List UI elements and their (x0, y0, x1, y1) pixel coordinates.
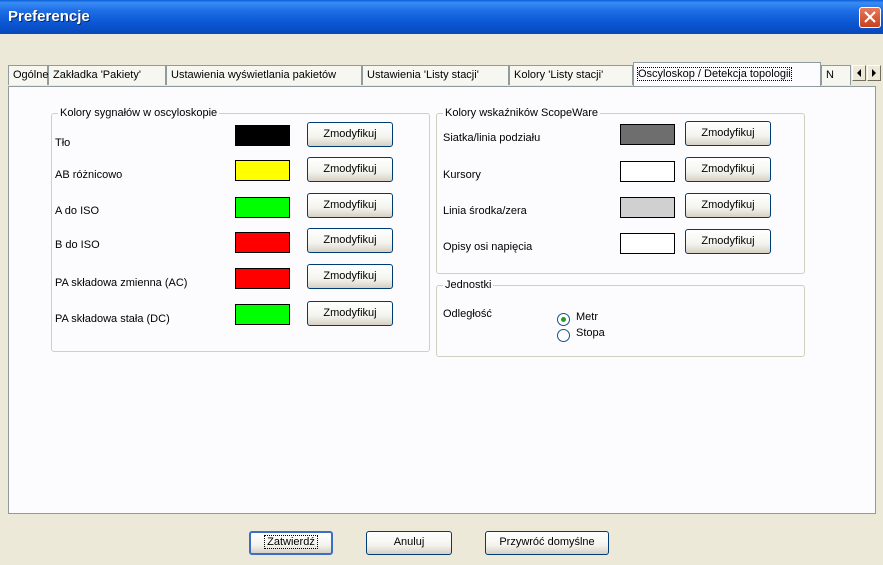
signal-colors-title: Kolory sygnałów w oscyloskopie (60, 107, 218, 119)
confirm-button[interactable]: Zatwierdź (249, 531, 333, 555)
radio-meter-label[interactable]: Metr (576, 311, 598, 323)
signal-label-pa-dc: PA składowa stała (DC) (55, 313, 170, 325)
modify-button-grid[interactable]: Zmodyfikuj (685, 121, 771, 146)
scopeware-colors-title: Kolory wskaźników ScopeWare (445, 107, 599, 119)
tab-page-oscilloscope: Kolory sygnałów w oscyloskopie Tło Zmody… (8, 86, 876, 514)
modify-button-cursors[interactable]: Zmodyfikuj (685, 157, 771, 182)
tab-packet-display[interactable]: Ustawienia wyświetlania pakietów (166, 65, 362, 85)
units-title: Jednostki (445, 279, 492, 291)
signal-label-a-iso: A do ISO (55, 205, 100, 217)
tab-general[interactable]: Ogólne (8, 65, 48, 85)
scopeware-label-cursors: Kursory (443, 169, 481, 181)
color-swatch-center-line[interactable] (620, 197, 675, 218)
modify-button-background[interactable]: Zmodyfikuj (307, 122, 393, 147)
tab-station-list-settings[interactable]: Ustawienia 'Listy stacji' (362, 65, 509, 85)
modify-button-b-iso[interactable]: Zmodyfikuj (307, 228, 393, 253)
modify-button-voltage-axis[interactable]: Zmodyfikuj (685, 229, 771, 254)
tab-station-list-colors[interactable]: Kolory 'Listy stacji' (509, 65, 633, 85)
signal-label-ab-diff: AB różnicowo (55, 169, 123, 181)
restore-defaults-button[interactable]: Przywróć domyślne (485, 531, 609, 555)
radio-meter[interactable] (557, 313, 570, 326)
preferences-window: Preferencje Ogólne Zakładka 'Pakiety' Us… (0, 0, 883, 565)
close-icon (864, 11, 876, 23)
tab-packets[interactable]: Zakładka 'Pakiety' (48, 65, 166, 85)
color-swatch-pa-ac[interactable] (235, 268, 290, 289)
color-swatch-b-iso[interactable] (235, 232, 290, 253)
tab-oscilloscope[interactable]: Oscyloskop / Detekcja topologii (633, 62, 821, 86)
cancel-button[interactable]: Anuluj (366, 531, 452, 555)
color-swatch-ab-diff[interactable] (235, 160, 290, 181)
signal-label-background: Tło (55, 137, 71, 149)
modify-button-pa-ac[interactable]: Zmodyfikuj (307, 264, 393, 289)
tab-next-partial[interactable]: N (821, 65, 851, 85)
scopeware-label-center-line: Linia środka/zera (443, 205, 527, 217)
scopeware-label-grid: Siatka/linia podziału (443, 132, 541, 144)
modify-button-a-iso[interactable]: Zmodyfikuj (307, 193, 393, 218)
signal-label-b-iso: B do ISO (55, 239, 100, 251)
tab-scroll-left-button[interactable] (852, 65, 866, 81)
tab-scroll-right-button[interactable] (867, 65, 881, 81)
title-bar[interactable]: Preferencje (0, 0, 883, 34)
close-button[interactable] (859, 7, 881, 28)
color-swatch-background[interactable] (235, 125, 290, 146)
radio-foot-label[interactable]: Stopa (576, 327, 605, 339)
tab-strip: Ogólne Zakładka 'Pakiety' Ustawienia wyś… (8, 62, 881, 86)
signal-label-pa-ac: PA składowa zmienna (AC) (55, 277, 188, 289)
radio-foot[interactable] (557, 329, 570, 342)
modify-button-pa-dc[interactable]: Zmodyfikuj (307, 301, 393, 326)
distance-label: Odległość (443, 308, 492, 320)
color-swatch-pa-dc[interactable] (235, 304, 290, 325)
color-swatch-grid[interactable] (620, 124, 675, 145)
tab-scroll (852, 65, 882, 82)
arrow-right-icon (872, 69, 876, 77)
modify-button-center-line[interactable]: Zmodyfikuj (685, 193, 771, 218)
arrow-left-icon (857, 69, 861, 77)
window-title: Preferencje (8, 8, 90, 25)
color-swatch-a-iso[interactable] (235, 197, 290, 218)
color-swatch-voltage-axis[interactable] (620, 233, 675, 254)
scopeware-label-voltage-axis: Opisy osi napięcia (443, 241, 533, 253)
modify-button-ab-diff[interactable]: Zmodyfikuj (307, 157, 393, 182)
color-swatch-cursors[interactable] (620, 161, 675, 182)
